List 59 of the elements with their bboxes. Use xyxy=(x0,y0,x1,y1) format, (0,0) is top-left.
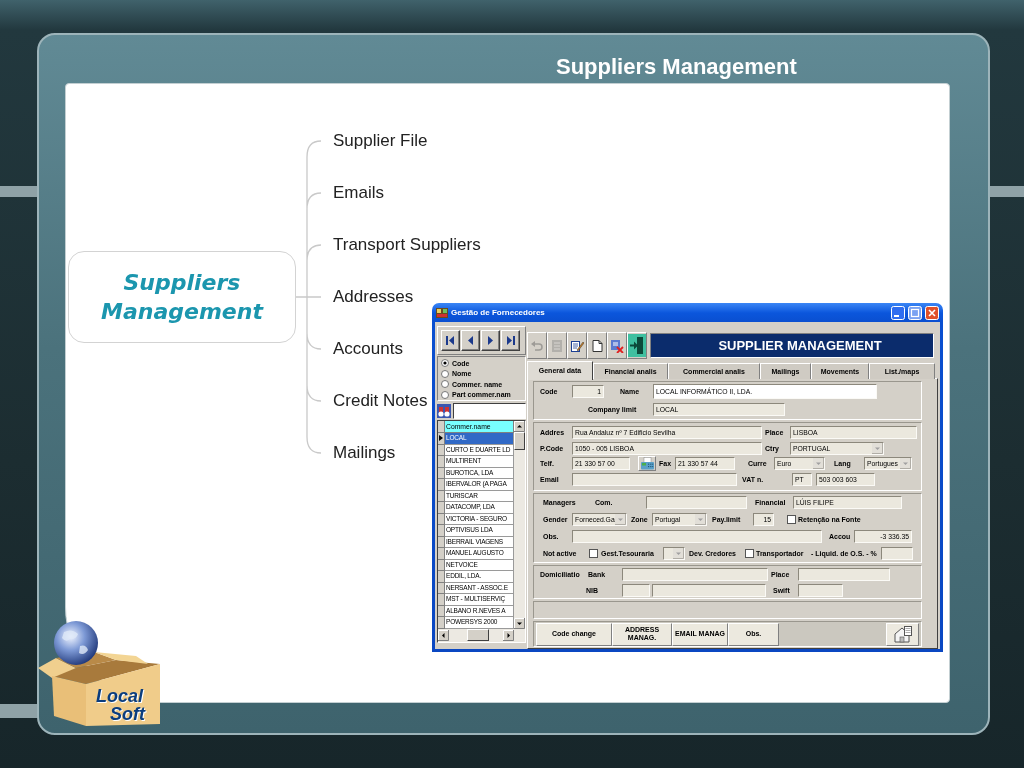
section-heading: SUPPLIER MANAGEMENT xyxy=(650,333,934,358)
branch-label: Credit Notes xyxy=(333,391,428,411)
logo-text: Soft xyxy=(110,705,145,723)
branch-label: Addresses xyxy=(333,287,414,307)
radio-icon[interactable] xyxy=(441,390,449,399)
app-icon xyxy=(436,306,448,319)
row-pointer-icon xyxy=(439,435,443,442)
search-field[interactable] xyxy=(453,402,526,419)
branch-label: Transport Suppliers xyxy=(333,235,481,255)
scroll-up-icon[interactable] xyxy=(514,421,525,432)
scrollbar-thumb[interactable] xyxy=(514,432,525,450)
house-button[interactable] xyxy=(886,622,919,646)
branch-label: Supplier File xyxy=(333,131,428,151)
text-field[interactable] xyxy=(622,567,768,581)
window-title: Gestão de Fornecedores xyxy=(451,307,545,318)
dropdown-arrow-icon[interactable] xyxy=(872,442,883,454)
scrollbar-thumb[interactable] xyxy=(467,629,489,641)
fax-button[interactable] xyxy=(638,456,656,472)
central-topic: Suppliers Management xyxy=(68,251,296,343)
text-field[interactable] xyxy=(622,583,650,597)
branch-label: Emails xyxy=(333,183,384,203)
fax-machine-icon xyxy=(639,457,655,471)
maximize-icon[interactable] xyxy=(908,305,922,320)
text-field[interactable] xyxy=(572,530,822,543)
checkbox[interactable] xyxy=(745,549,754,558)
dropdown[interactable] xyxy=(663,547,685,560)
scroll-right-icon[interactable] xyxy=(503,629,514,641)
radio-icon[interactable] xyxy=(441,380,449,389)
logo-text: Local xyxy=(96,687,143,705)
minimize-icon[interactable] xyxy=(891,305,905,320)
skip-to-start-icon xyxy=(446,336,455,345)
next-record-button[interactable] xyxy=(481,330,500,351)
vertical-scrollbar[interactable] xyxy=(514,421,525,629)
radio-icon[interactable] xyxy=(441,369,449,378)
text-field[interactable] xyxy=(572,473,737,487)
scroll-left-icon[interactable] xyxy=(438,629,449,641)
radio-icon[interactable] xyxy=(441,359,449,368)
house-icon xyxy=(892,625,913,643)
text-field[interactable] xyxy=(652,583,766,597)
branch-label: Mailings xyxy=(333,443,396,463)
skip-to-end-icon xyxy=(506,336,515,345)
close-icon[interactable] xyxy=(925,305,939,320)
checkbox[interactable] xyxy=(787,515,796,524)
text-field[interactable] xyxy=(798,583,843,597)
last-record-button[interactable] xyxy=(501,330,520,351)
scroll-down-icon[interactable] xyxy=(514,617,525,629)
slide-title: Suppliers Management xyxy=(556,54,797,80)
previous-record-button[interactable] xyxy=(461,330,480,351)
toolbar-button[interactable] xyxy=(587,332,607,359)
toolbar-button[interactable] xyxy=(567,332,587,359)
text-field[interactable] xyxy=(798,567,890,581)
previous-icon xyxy=(466,336,475,345)
branch-label: Accounts xyxy=(333,339,403,359)
next-icon xyxy=(486,336,495,345)
binoculars-icon[interactable] xyxy=(437,403,451,418)
text-field[interactable] xyxy=(881,547,913,560)
first-record-button[interactable] xyxy=(441,330,460,351)
text-field[interactable] xyxy=(646,496,747,509)
checkbox[interactable] xyxy=(589,549,598,558)
